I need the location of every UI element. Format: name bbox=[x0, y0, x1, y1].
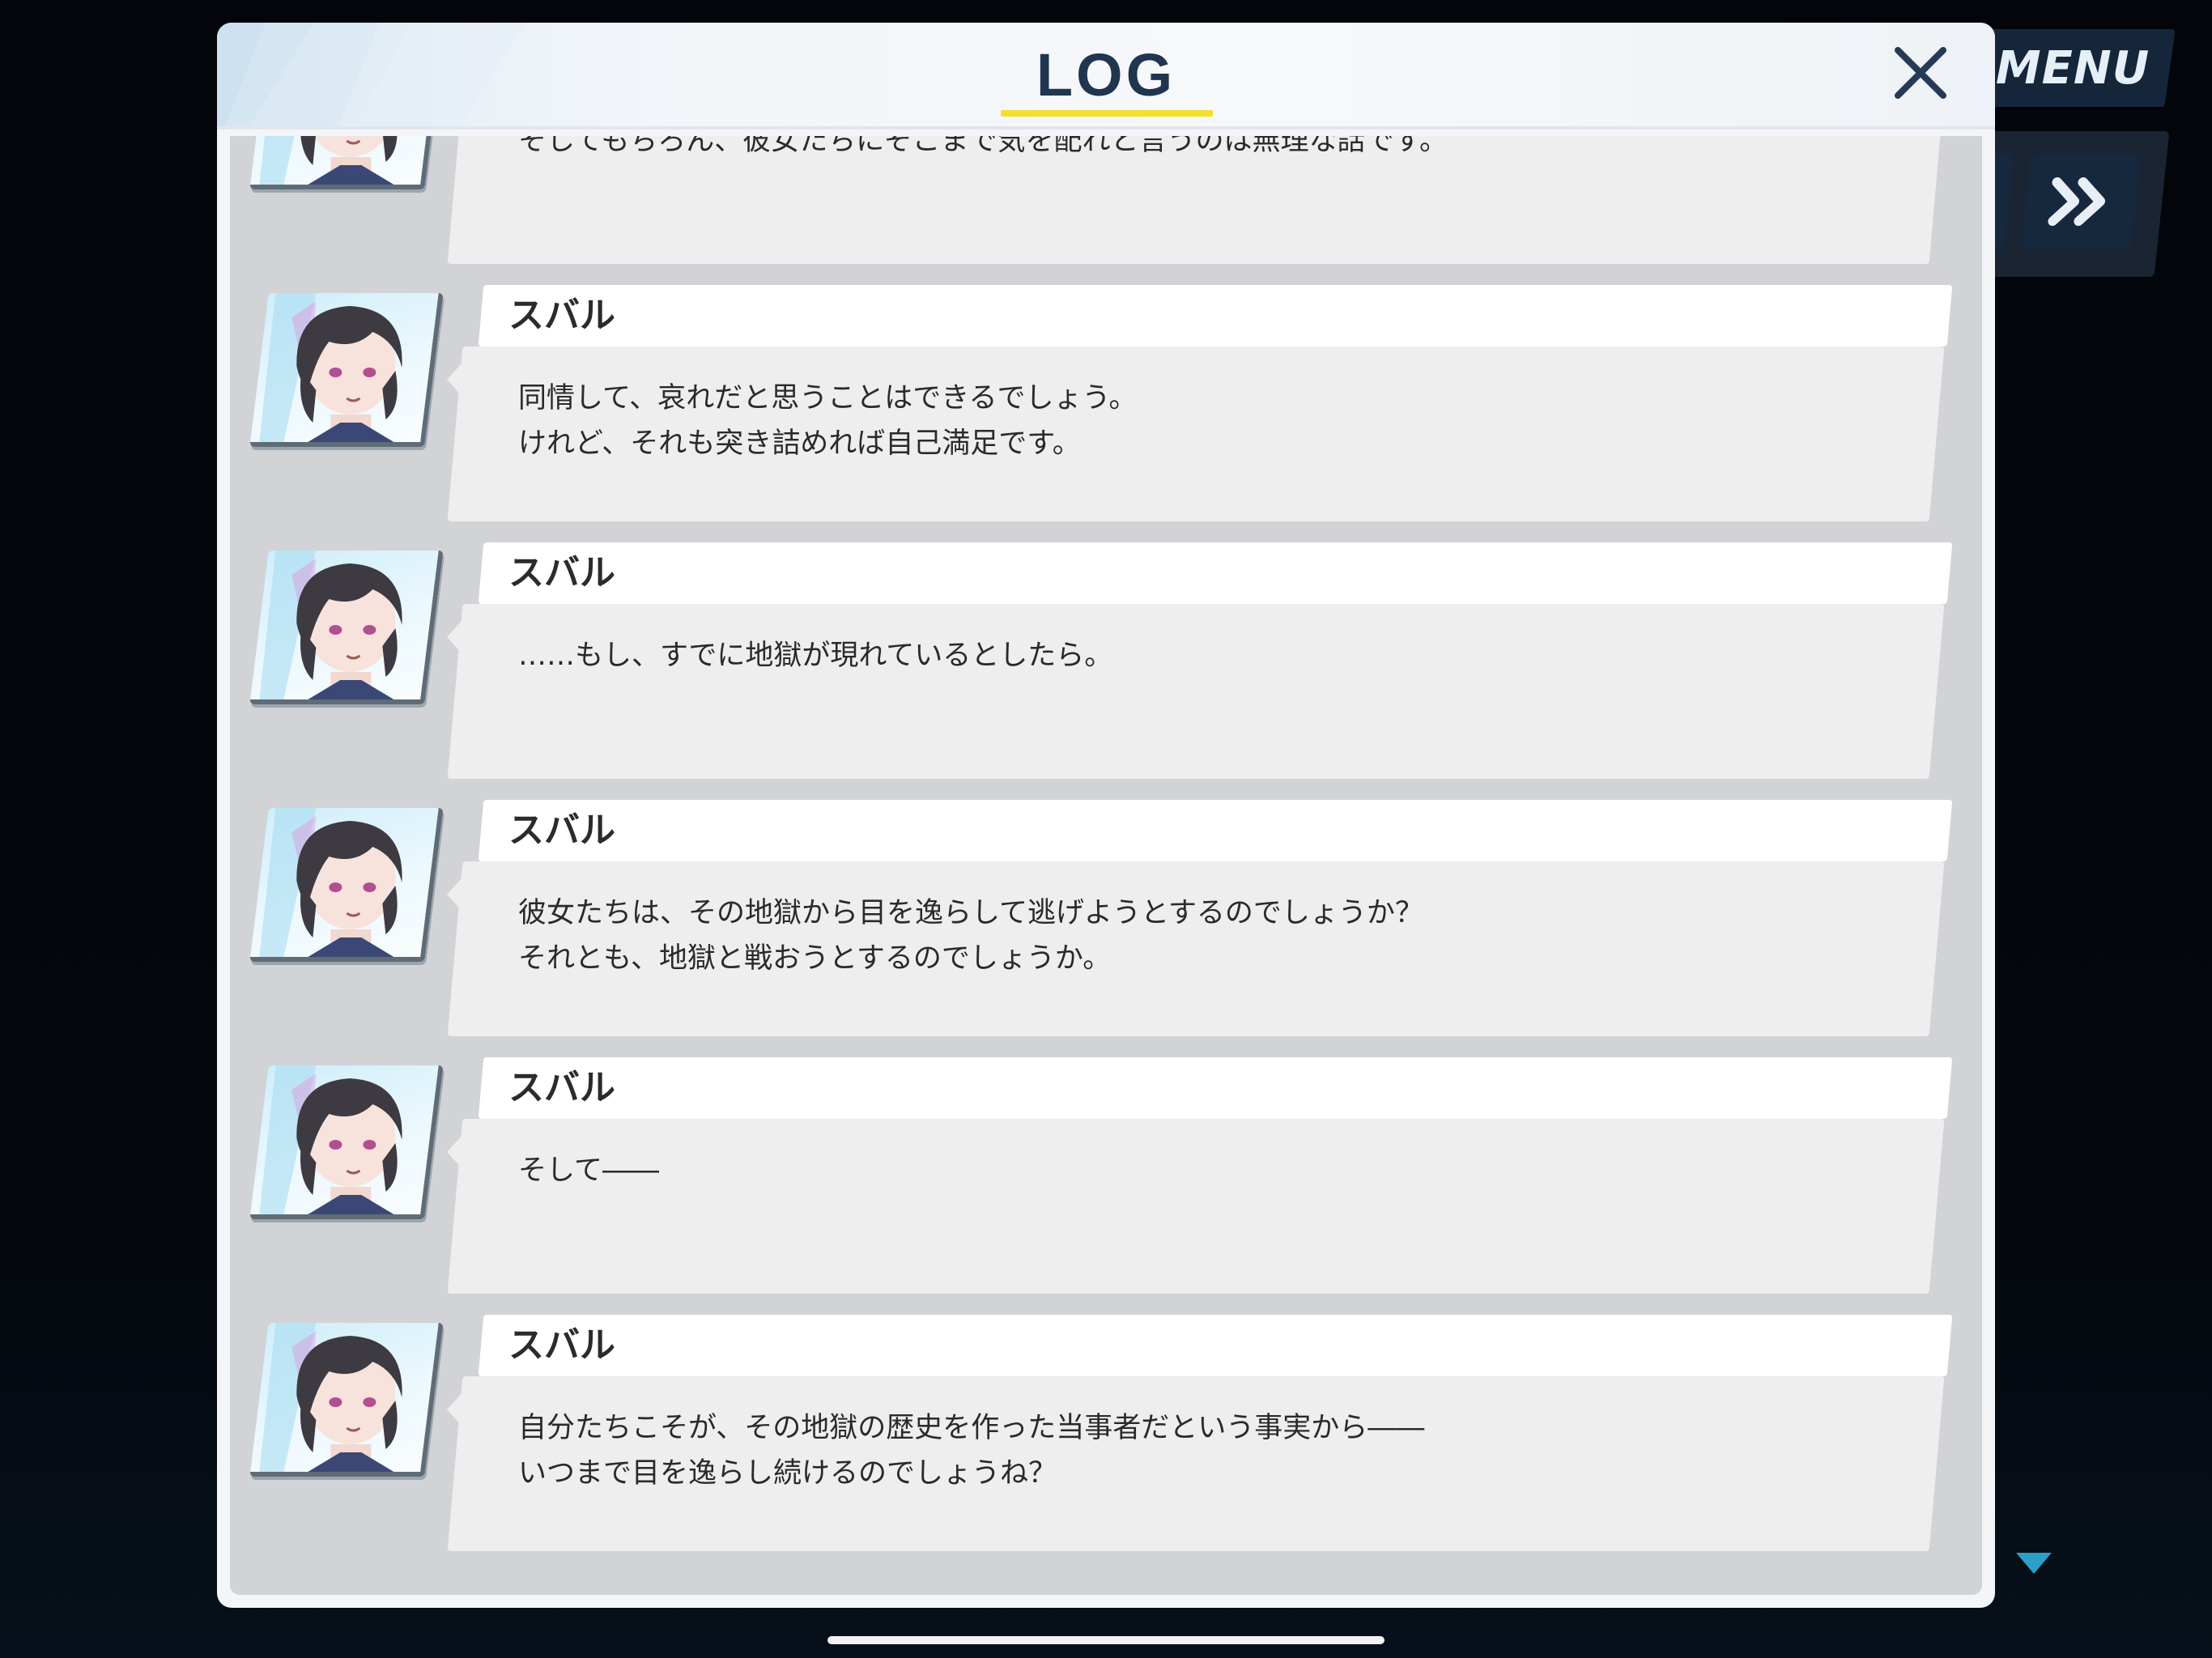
speaker-avatar bbox=[249, 1323, 444, 1477]
log-entry: スバルそして―― bbox=[230, 1057, 1982, 1297]
log-entry: そしてもちろん、彼女たちにそこまで気を配れと言うのは無理な話です。 bbox=[230, 136, 1982, 267]
dialogue-text-box bbox=[447, 1119, 1945, 1294]
close-button[interactable] bbox=[1887, 39, 1955, 107]
speaker-name-bar bbox=[478, 1315, 1953, 1376]
speaker-name-bar bbox=[478, 285, 1953, 346]
log-title: LOG bbox=[1036, 41, 1176, 108]
log-entry: スバル ……もし、すでに地獄が現れているとしたら。 bbox=[230, 542, 1982, 782]
log-entry: スバル自分たちこそが、その地獄の歴史を作った当事者だという事実から―― いつまで目… bbox=[230, 1315, 1982, 1554]
dialogue-line: けれど、それも突き詰めれば自己満足です。 bbox=[518, 427, 1081, 460]
close-icon bbox=[1895, 47, 1946, 99]
triangle-down-icon[interactable] bbox=[2016, 1553, 2052, 1574]
speaker-avatar bbox=[249, 293, 444, 447]
speaker-name: スバル bbox=[508, 810, 615, 851]
dialogue-line: そして―― bbox=[518, 1154, 659, 1187]
dialogue-line: 自分たちこそが、その地獄の歴史を作った当事者だという事実から―― bbox=[518, 1412, 1425, 1444]
skip-button[interactable] bbox=[2020, 154, 2142, 249]
dialogue-line: それとも、地獄と戦おうとするのでしょうか。 bbox=[518, 942, 1112, 975]
title-underline bbox=[1001, 110, 1213, 117]
speaker-avatar bbox=[249, 1065, 444, 1219]
speaker-name: スバル bbox=[508, 552, 615, 593]
speaker-name: スバル bbox=[508, 1324, 615, 1366]
speaker-name: スバル bbox=[508, 295, 615, 336]
menu-label: MENU bbox=[1995, 41, 2150, 95]
speaker-avatar bbox=[249, 136, 444, 189]
dialogue-line: いつまで目を逸らし続けるのでしょうね？ bbox=[518, 1457, 1057, 1490]
speaker-name-bar bbox=[478, 800, 1953, 861]
log-header: LOG bbox=[217, 23, 1995, 130]
dialogue-line: そしてもちろん、彼女たちにそこまで気を配れと言うのは無理な話です。 bbox=[518, 136, 1448, 157]
home-indicator[interactable] bbox=[827, 1636, 1385, 1644]
game-screen: MENU LOG そしてもちろん、彼女たちにそこまで気を配れと言うのは無理な話で… bbox=[0, 0, 2212, 1658]
speaker-avatar bbox=[249, 551, 444, 704]
speaker-name-bar bbox=[478, 542, 1953, 604]
double-chevron-right-icon bbox=[2048, 177, 2106, 226]
speaker-avatar bbox=[249, 808, 444, 962]
log-entry: スバル同情して、哀れだと思うことはできるでしょう。 けれど、それも突き詰めれば自己… bbox=[230, 285, 1982, 525]
log-list[interactable]: そしてもちろん、彼女たちにそこまで気を配れと言うのは無理な話です。 スバル 同情して… bbox=[230, 136, 1982, 1595]
dialogue-line: ……もし、すでに地獄が現れているとしたら。 bbox=[518, 640, 1113, 672]
speaker-name: スバル bbox=[508, 1067, 615, 1108]
dialogue-line: 同情して、哀れだと思うことはできるでしょう。 bbox=[518, 382, 1138, 414]
menu-button[interactable]: MENU bbox=[1970, 29, 2176, 107]
speaker-name-bar bbox=[478, 1057, 1953, 1119]
dialogue-text-box bbox=[447, 604, 1945, 779]
log-dialog: LOG そしてもちろん、彼女たちにそこまで気を配れと言うのは無理な話です。スバル… bbox=[217, 23, 1995, 1608]
dialogue-line: 彼女たちは、その地獄から目を逸らして逃げようとするのでしょうか？ bbox=[518, 897, 1423, 929]
log-entry: スバル彼女たちは、その地獄から目を逸らして逃げようとするのでしょうか？ それとも、… bbox=[230, 800, 1982, 1039]
